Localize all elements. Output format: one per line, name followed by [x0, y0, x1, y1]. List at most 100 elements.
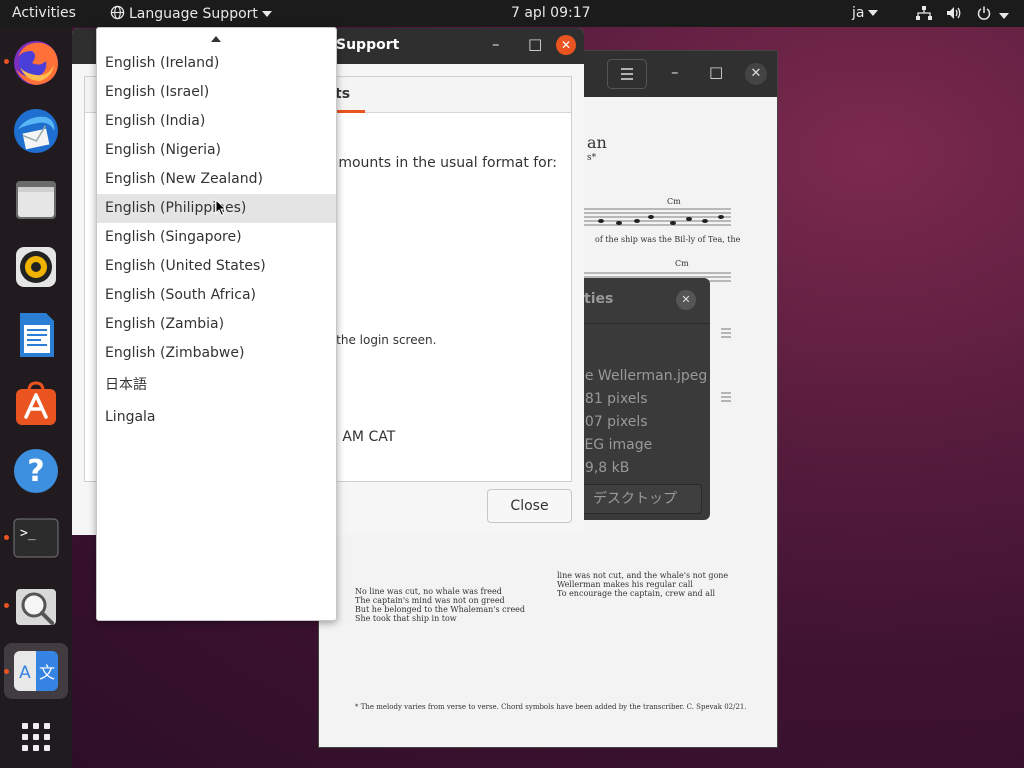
- lyric-fragment: of the ship was the Bil-ly of Tea, the: [595, 235, 741, 244]
- power-icon: [977, 6, 991, 20]
- location-button[interactable]: デスクトップ: [580, 484, 702, 514]
- type-value: PEG image: [576, 437, 653, 453]
- input-source-label: ja: [852, 5, 865, 21]
- lyric-line: She took that ship in tow: [355, 614, 457, 623]
- minimize-button[interactable]: –: [492, 35, 500, 53]
- system-menu[interactable]: [916, 6, 1010, 24]
- lyric-line: The captain's mind was not on greed: [355, 596, 505, 605]
- lyric-line: But he belonged to the Whaleman's creed: [355, 605, 526, 614]
- hamburger-menu-icon[interactable]: [607, 59, 647, 89]
- mouse-pointer-icon: [215, 199, 227, 217]
- app-grid-icon: [22, 723, 50, 751]
- location-button-label: デスクトップ: [593, 491, 677, 507]
- svg-text:文: 文: [39, 663, 55, 682]
- close-button[interactable]: Close: [487, 489, 572, 523]
- minimize-button[interactable]: –: [671, 63, 679, 81]
- chevron-down-icon: [868, 10, 879, 16]
- input-source-indicator[interactable]: ja: [852, 5, 879, 21]
- menu-item-japanese[interactable]: 日本語: [97, 371, 336, 400]
- scroll-up-button[interactable]: [97, 28, 336, 50]
- lyric-line: No line was cut, no whale was freed: [355, 587, 502, 596]
- region-format-dropdown[interactable]: English (Ireland) English (Israel) Engli…: [96, 27, 337, 621]
- thunderbird-icon: [14, 109, 58, 153]
- dock-item-files[interactable]: [10, 173, 62, 225]
- maximize-button[interactable]: □: [528, 35, 542, 53]
- menu-item-english-nigeria[interactable]: English (Nigeria): [97, 136, 336, 165]
- dock-item-thunderbird[interactable]: [10, 105, 62, 157]
- dock-item-language-support[interactable]: A 文: [4, 643, 68, 699]
- svg-text:A: A: [19, 663, 31, 683]
- clock[interactable]: 7 apl 09:17: [511, 5, 591, 21]
- lyric-line: Wellerman makes his regular call: [557, 580, 693, 589]
- lyrics-left: No line was cut, no whale was freed The …: [355, 587, 525, 623]
- regional-format-description: y amounts in the usual format for:: [317, 155, 557, 171]
- terminal-icon: >_: [13, 518, 59, 558]
- menu-item-english-new-zealand[interactable]: English (New Zealand): [97, 165, 336, 194]
- close-window-button[interactable]: ✕: [676, 290, 696, 310]
- close-window-button[interactable]: ✕: [556, 35, 576, 55]
- activities-button[interactable]: Activities: [12, 5, 76, 21]
- properties-title: ties: [584, 291, 614, 307]
- dock-item-image-viewer[interactable]: [4, 581, 62, 633]
- running-indicator: [4, 669, 9, 674]
- language-icon: A 文: [14, 651, 58, 691]
- menu-item-english-united-states[interactable]: English (United States): [97, 252, 336, 281]
- width-value: 481 pixels: [576, 391, 648, 407]
- chord-label: Cm: [675, 259, 689, 268]
- running-indicator: [4, 603, 9, 608]
- top-bar: Activities Language Support 7 apl 09:17 …: [0, 0, 1024, 27]
- staff-lines: [581, 208, 731, 226]
- running-indicator: [4, 59, 9, 64]
- file-name-value: he Wellerman.jpeg: [576, 368, 708, 384]
- window-title: Support: [336, 37, 400, 53]
- lyric-line: To encourage the captain, crew and all: [557, 589, 716, 598]
- chevron-up-icon: [211, 36, 221, 42]
- chevron-down-icon: [999, 13, 1010, 19]
- menu-item-english-ireland[interactable]: English (Ireland): [97, 49, 336, 78]
- sheet-marker: s*: [587, 153, 597, 163]
- app-menu[interactable]: Language Support: [110, 5, 272, 22]
- running-indicator: [4, 535, 9, 540]
- dock-item-software[interactable]: [10, 377, 62, 429]
- menu-item-english-south-africa[interactable]: English (South Africa): [97, 281, 336, 310]
- dock-item-show-apps[interactable]: [10, 711, 62, 763]
- help-icon: ?: [14, 449, 58, 493]
- dock-item-rhythmbox[interactable]: [10, 241, 62, 293]
- svg-text:?: ?: [27, 454, 44, 489]
- login-screen-text: l the login screen.: [329, 333, 437, 347]
- maximize-button[interactable]: □: [709, 63, 723, 81]
- size-value: 29,8 kB: [576, 460, 630, 476]
- lyric-line: line was not cut, and the whale's not go…: [557, 571, 729, 580]
- dock-item-help[interactable]: ?: [10, 445, 62, 497]
- sheet-title: an: [587, 133, 607, 152]
- dock-item-firefox[interactable]: [4, 37, 62, 89]
- tab-label: ts: [335, 86, 351, 102]
- rhythmbox-icon: [16, 247, 56, 287]
- app-menu-label: Language Support: [129, 6, 258, 22]
- height-value: 507 pixels: [576, 414, 648, 430]
- close-window-button[interactable]: ✕: [745, 63, 767, 85]
- files-icon: [16, 181, 56, 219]
- menu-item-english-zambia[interactable]: English (Zambia): [97, 310, 336, 339]
- network-icon: [916, 6, 932, 20]
- menu-item-lingala[interactable]: Lingala: [97, 403, 336, 432]
- firefox-icon: [14, 41, 58, 85]
- software-icon: [16, 381, 56, 425]
- globe-icon: [110, 5, 125, 20]
- lyrics-right: line was not cut, and the whale's not go…: [557, 571, 728, 598]
- dock-item-writer[interactable]: [10, 309, 62, 361]
- time-example: 8 AM CAT: [329, 429, 396, 445]
- menu-item-english-zimbabwe[interactable]: English (Zimbabwe): [97, 339, 336, 368]
- menu-item-english-singapore[interactable]: English (Singapore): [97, 223, 336, 252]
- chord-label: Cm: [667, 197, 681, 206]
- footnote: * The melody varies from verse to verse.…: [355, 703, 747, 711]
- writer-icon: [20, 313, 54, 357]
- dock-item-terminal[interactable]: >_: [4, 513, 62, 565]
- dock: ? >_ A 文: [0, 27, 72, 768]
- menu-item-english-israel[interactable]: English (Israel): [97, 78, 336, 107]
- magnifier-icon: [16, 589, 56, 625]
- volume-icon: [947, 7, 961, 19]
- menu-item-english-india[interactable]: English (India): [97, 107, 336, 136]
- chevron-down-icon: [261, 11, 272, 17]
- svg-text:>_: >_: [20, 526, 36, 541]
